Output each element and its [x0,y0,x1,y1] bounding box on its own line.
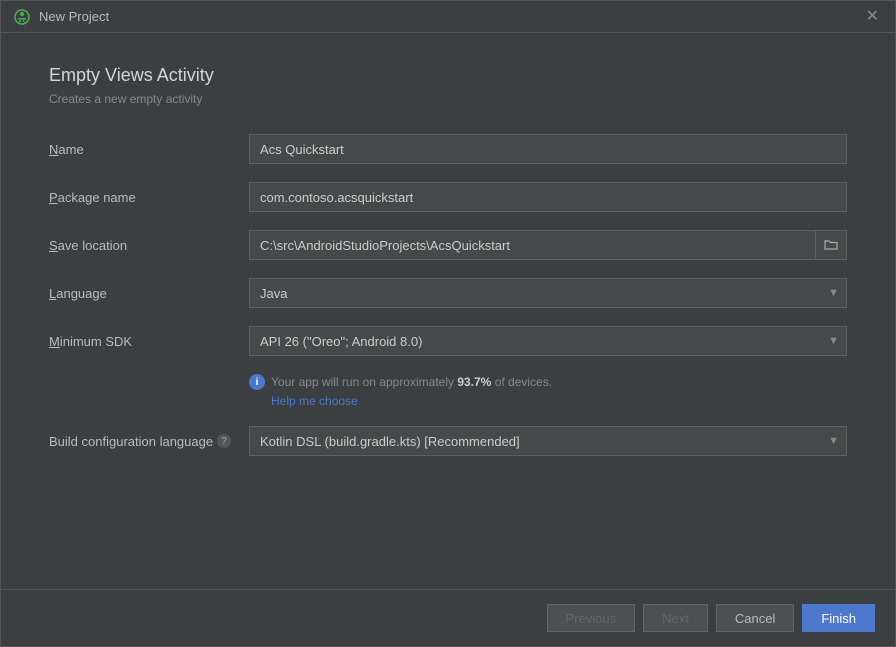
folder-icon [824,239,838,251]
minimum-sdk-label: Minimum SDK [49,334,249,349]
package-name-row: Package name [49,182,847,212]
language-row: Language Java Kotlin ▼ [49,278,847,308]
language-label: Language [49,286,249,301]
dialog-title: New Project [39,9,109,24]
devices-percentage: 93.7% [457,375,491,389]
build-config-row: Build configuration language ? Kotlin DS… [49,426,847,456]
info-text: Your app will run on approximately 93.7%… [271,375,552,389]
section-subtitle: Creates a new empty activity [49,92,847,106]
build-config-label-with-icon: Build configuration language ? [49,434,249,449]
minimum-sdk-select[interactable]: API 26 ("Oreo"; Android 8.0) API 21 ("Lo… [249,326,847,356]
info-box: i Your app will run on approximately 93.… [249,374,847,408]
android-studio-logo-icon [13,8,31,26]
save-location-label: Save location [49,238,249,253]
dialog-content: Empty Views Activity Creates a new empty… [1,33,895,589]
finish-button[interactable]: Finish [802,604,875,632]
info-line: i Your app will run on approximately 93.… [249,374,847,390]
minimum-sdk-select-wrapper: API 26 ("Oreo"; Android 8.0) API 21 ("Lo… [249,326,847,356]
build-config-select[interactable]: Kotlin DSL (build.gradle.kts) [Recommend… [249,426,847,456]
name-label: Name [49,142,249,157]
save-location-input[interactable] [249,230,815,260]
cancel-button[interactable]: Cancel [716,604,794,632]
build-config-label-text: Build configuration language [49,434,213,449]
save-location-field [249,230,847,260]
footer: Previous Next Cancel Finish [1,589,895,646]
package-name-input[interactable] [249,182,847,212]
build-config-help-icon[interactable]: ? [217,434,231,448]
previous-button[interactable]: Previous [547,604,636,632]
next-button[interactable]: Next [643,604,708,632]
help-me-choose-link[interactable]: Help me choose [271,394,847,408]
titlebar: New Project ✕ [1,1,895,33]
build-config-select-wrapper: Kotlin DSL (build.gradle.kts) [Recommend… [249,426,847,456]
close-button[interactable]: ✕ [862,7,883,27]
name-row: Name [49,134,847,164]
titlebar-left: New Project [13,8,109,26]
save-location-row: Save location [49,230,847,260]
new-project-dialog: New Project ✕ Empty Views Activity Creat… [0,0,896,647]
info-icon: i [249,374,265,390]
browse-folder-button[interactable] [815,230,847,260]
package-name-label: Package name [49,190,249,205]
language-select-wrapper: Java Kotlin ▼ [249,278,847,308]
section-title: Empty Views Activity [49,65,847,86]
minimum-sdk-row: Minimum SDK API 26 ("Oreo"; Android 8.0)… [49,326,847,356]
language-select[interactable]: Java Kotlin [249,278,847,308]
name-input[interactable] [249,134,847,164]
build-config-label: Build configuration language ? [49,434,249,449]
